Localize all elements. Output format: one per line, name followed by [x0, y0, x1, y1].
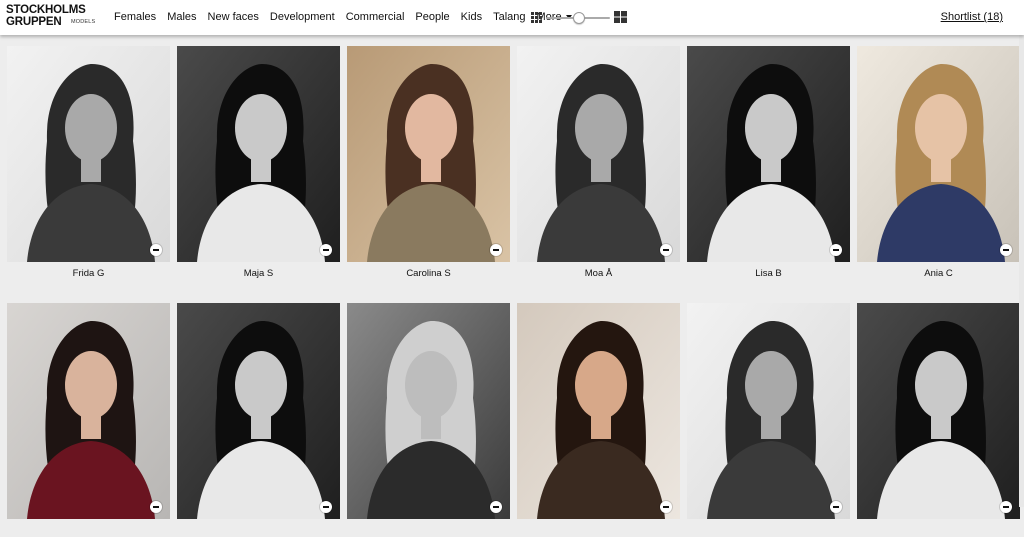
nav-item-commercial[interactable]: Commercial	[346, 9, 405, 25]
model-card[interactable]: Carolina S	[347, 46, 510, 280]
remove-from-shortlist-icon[interactable]	[660, 244, 672, 256]
model-grid: Frida G Maja S Carolina S Moa Å Lisa B Ania C	[7, 46, 1020, 537]
grid-large-icon[interactable]	[614, 11, 627, 23]
zoom-slider-thumb[interactable]	[573, 12, 585, 24]
model-portrait-image	[517, 303, 680, 519]
model-name[interactable]	[517, 525, 680, 537]
main-nav: Females Males New faces Development Comm…	[114, 9, 583, 25]
model-card[interactable]: Ania C	[857, 46, 1020, 280]
remove-from-shortlist-icon[interactable]	[150, 501, 162, 513]
nav-item-people[interactable]: People	[415, 9, 449, 25]
model-name[interactable]: Ania C	[857, 268, 1020, 280]
shortlist-link[interactable]: Shortlist (18)	[941, 9, 1003, 25]
model-portrait-image	[347, 303, 510, 519]
remove-from-shortlist-icon[interactable]	[320, 244, 332, 256]
page-scrollbar[interactable]	[1019, 35, 1024, 507]
model-name[interactable]: Lisa B	[687, 268, 850, 280]
nav-item-males[interactable]: Males	[167, 9, 196, 25]
zoom-slider[interactable]	[546, 12, 610, 24]
model-photo[interactable]	[517, 303, 680, 519]
brand-sub: MODELS	[71, 19, 96, 25]
model-card[interactable]: Lisa B	[687, 46, 850, 280]
remove-from-shortlist-icon[interactable]	[490, 501, 502, 513]
model-name[interactable]	[177, 525, 340, 537]
model-portrait-image	[857, 303, 1020, 519]
nav-item-kids[interactable]: Kids	[461, 9, 482, 25]
model-name[interactable]: Carolina S	[347, 268, 510, 280]
model-portrait-image	[347, 46, 510, 262]
model-photo[interactable]	[177, 303, 340, 519]
model-name[interactable]	[857, 525, 1020, 537]
model-photo[interactable]	[7, 303, 170, 519]
nav-item-new-faces[interactable]: New faces	[208, 9, 259, 25]
model-card[interactable]	[857, 303, 1020, 537]
model-photo[interactable]	[7, 46, 170, 262]
model-card[interactable]: Frida G	[7, 46, 170, 280]
model-photo[interactable]	[177, 46, 340, 262]
model-photo[interactable]	[347, 46, 510, 262]
model-portrait-image	[177, 46, 340, 262]
model-name[interactable]: Frida G	[7, 268, 170, 280]
nav-item-development[interactable]: Development	[270, 9, 335, 25]
remove-from-shortlist-icon[interactable]	[1000, 244, 1012, 256]
model-photo[interactable]	[517, 46, 680, 262]
model-card[interactable]	[347, 303, 510, 537]
model-name[interactable]: Maja S	[177, 268, 340, 280]
model-card[interactable]	[517, 303, 680, 537]
nav-item-talang[interactable]: Talang	[493, 9, 525, 25]
remove-from-shortlist-icon[interactable]	[830, 244, 842, 256]
model-card[interactable]	[7, 303, 170, 537]
remove-from-shortlist-icon[interactable]	[830, 501, 842, 513]
model-portrait-image	[7, 303, 170, 519]
top-navigation-bar: STOCKHOLMS GRUPPEN MODELS Females Males …	[0, 0, 1024, 35]
model-name[interactable]	[687, 525, 850, 537]
model-portrait-image	[7, 46, 170, 262]
remove-from-shortlist-icon[interactable]	[150, 244, 162, 256]
model-photo[interactable]	[347, 303, 510, 519]
model-name[interactable]: Moa Å	[517, 268, 680, 280]
remove-from-shortlist-icon[interactable]	[1000, 501, 1012, 513]
model-portrait-image	[177, 303, 340, 519]
model-portrait-image	[687, 46, 850, 262]
remove-from-shortlist-icon[interactable]	[320, 501, 332, 513]
model-photo[interactable]	[857, 46, 1020, 262]
remove-from-shortlist-icon[interactable]	[490, 244, 502, 256]
model-name[interactable]	[7, 525, 170, 537]
model-card[interactable]: Maja S	[177, 46, 340, 280]
model-portrait-image	[517, 46, 680, 262]
model-photo[interactable]	[687, 46, 850, 262]
model-photo[interactable]	[687, 303, 850, 519]
model-portrait-image	[857, 46, 1020, 262]
model-card[interactable]	[177, 303, 340, 537]
brand-logo[interactable]: STOCKHOLMS GRUPPEN MODELS	[6, 4, 96, 31]
model-card[interactable]: Moa Å	[517, 46, 680, 280]
nav-item-females[interactable]: Females	[114, 9, 156, 25]
model-card[interactable]	[687, 303, 850, 537]
model-photo[interactable]	[857, 303, 1020, 519]
model-portrait-image	[687, 303, 850, 519]
remove-from-shortlist-icon[interactable]	[660, 501, 672, 513]
brand-line-1: STOCKHOLMS	[6, 4, 86, 16]
grid-small-icon[interactable]	[531, 12, 542, 23]
model-name[interactable]	[347, 525, 510, 537]
